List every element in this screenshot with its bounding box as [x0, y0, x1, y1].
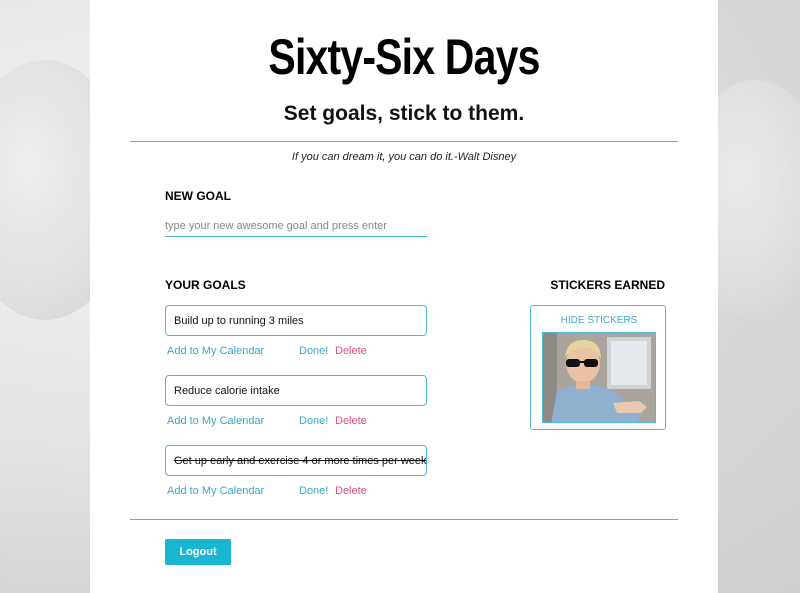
done-link[interactable]: Done! — [299, 345, 328, 357]
goal-actions: Add to My Calendar Done! Delete — [167, 485, 429, 499]
goal-actions: Add to My Calendar Done! Delete — [167, 415, 429, 429]
sticker-image — [542, 332, 656, 423]
new-goal-input[interactable] — [165, 216, 427, 237]
add-to-calendar-link[interactable]: Add to My Calendar — [167, 415, 264, 427]
delete-link[interactable]: Delete — [335, 415, 367, 427]
goal-item[interactable]: Build up to running 3 miles — [165, 305, 427, 336]
top-divider — [130, 141, 678, 142]
bottom-divider — [130, 519, 678, 520]
logout-button[interactable]: Logout — [165, 539, 231, 565]
app-title: Sixty-Six Days — [268, 29, 540, 85]
goal-actions: Add to My Calendar Done! Delete — [167, 345, 429, 359]
app-tagline: Set goals, stick to them. — [283, 102, 525, 125]
your-goals-label: YOUR GOALS — [165, 278, 246, 292]
inspirational-quote: If you can dream it, you can do it.-Walt… — [291, 151, 517, 163]
done-link[interactable]: Done! — [299, 485, 328, 497]
hide-stickers-toggle[interactable]: HIDE STICKERS — [531, 315, 667, 326]
done-link[interactable]: Done! — [299, 415, 328, 427]
delete-link[interactable]: Delete — [335, 485, 367, 497]
stickers-panel: HIDE STICKERS — [530, 305, 666, 430]
goal-item-completed[interactable]: Get up early and exercise 4 or more time… — [165, 445, 427, 476]
sticker-illustration — [543, 333, 655, 422]
add-to-calendar-link[interactable]: Add to My Calendar — [167, 345, 264, 357]
new-goal-label: NEW GOAL — [165, 189, 231, 203]
delete-link[interactable]: Delete — [335, 345, 367, 357]
goal-item[interactable]: Reduce calorie intake — [165, 375, 427, 406]
main-panel: Sixty-Six Days Set goals, stick to them.… — [90, 0, 718, 593]
stickers-earned-label: STICKERS EARNED — [550, 278, 665, 292]
add-to-calendar-link[interactable]: Add to My Calendar — [167, 485, 264, 497]
